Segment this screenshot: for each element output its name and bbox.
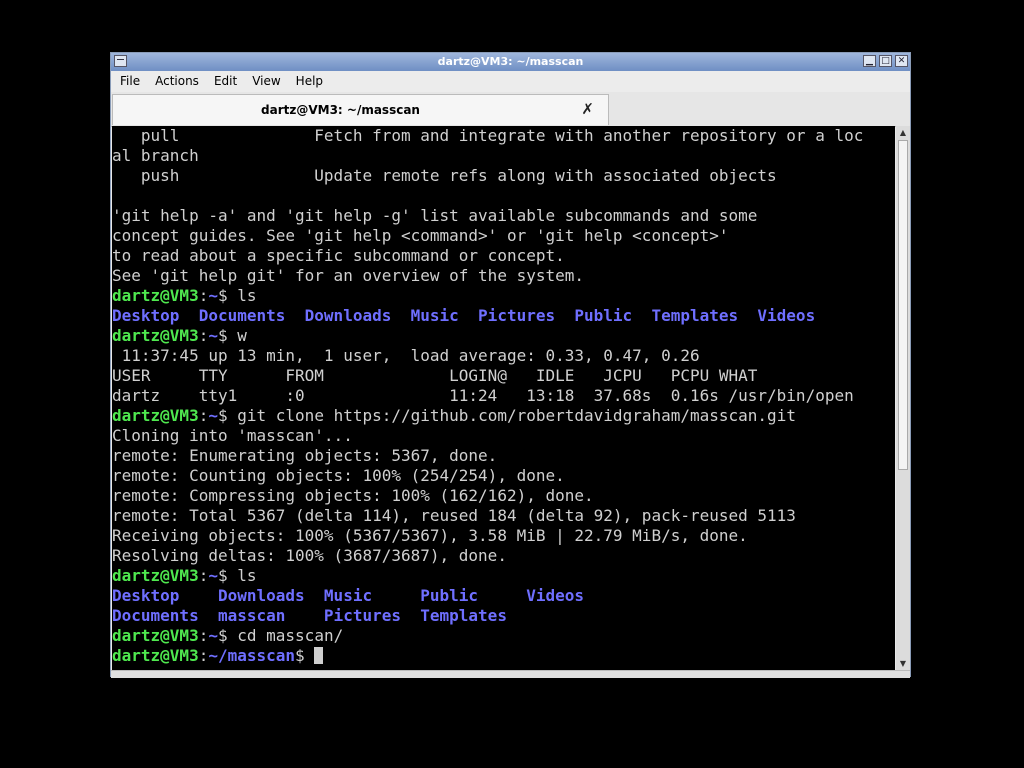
output-line: concept guides. See 'git help <command>'… xyxy=(112,226,729,245)
menu-edit[interactable]: Edit xyxy=(205,71,243,88)
directory-names: Desktop Downloads Music Public Videos xyxy=(112,586,585,605)
output-line: to read about a specific subcommand or c… xyxy=(112,246,565,265)
prompt-line: dartz@VM3:~$ ls xyxy=(112,286,257,305)
output-line: USER TTY FROM LOGIN@ IDLE JCPU PCPU WHAT xyxy=(112,366,758,385)
output-line: remote: Enumerating objects: 5367, done. xyxy=(112,446,498,465)
scrollbar-thumb[interactable] xyxy=(898,140,908,470)
prompt-cwd: ~ xyxy=(208,286,218,305)
command-text: ls xyxy=(237,566,257,585)
close-icon[interactable]: ✕ xyxy=(895,55,908,67)
tab-close-icon[interactable]: ✗ xyxy=(581,100,594,118)
output-line: Resolving deltas: 100% (3687/3687), done… xyxy=(112,546,507,565)
output-line: dartz tty1 :0 11:24 13:18 37.68s 0.16s /… xyxy=(112,386,854,405)
terminal-output[interactable]: pull Fetch from and integrate with anoth… xyxy=(112,126,895,670)
prompt-user: dartz@VM3 xyxy=(112,646,199,665)
command-text: w xyxy=(237,326,247,345)
prompt-user: dartz@VM3 xyxy=(112,626,199,645)
status-bar xyxy=(111,670,910,678)
output-line: See 'git help git' for an overview of th… xyxy=(112,266,585,285)
maximize-icon[interactable]: □ xyxy=(879,55,892,67)
window-title: dartz@VM3: ~/masscan xyxy=(437,55,584,68)
directory-listing: Desktop Downloads Music Public Videos xyxy=(112,586,895,606)
menu-view[interactable]: View xyxy=(243,71,286,88)
scroll-down-icon[interactable]: ▼ xyxy=(896,657,910,670)
prompt-cwd: ~/masscan xyxy=(208,646,296,665)
output-line: 11:37:45 up 13 min, 1 user, load average… xyxy=(112,346,700,365)
prompt-user: dartz@VM3 xyxy=(112,326,199,345)
prompt-cwd: ~ xyxy=(208,566,218,585)
directory-names: Documents masscan Pictures Templates xyxy=(112,606,507,625)
prompt-user: dartz@VM3 xyxy=(112,286,199,305)
output-line: Cloning into 'masscan'... xyxy=(112,426,353,445)
prompt-user: dartz@VM3 xyxy=(112,406,199,425)
output-line: 'git help -a' and 'git help -g' list ava… xyxy=(112,206,758,225)
output-line: remote: Compressing objects: 100% (162/1… xyxy=(112,486,594,505)
vertical-scrollbar[interactable]: ▲ ▼ xyxy=(896,126,910,670)
output-line: push Update remote refs along with assoc… xyxy=(112,166,777,185)
title-bar[interactable]: dartz@VM3: ~/masscan ▁ □ ✕ xyxy=(111,53,910,71)
prompt-line: dartz@VM3:~$ cd masscan/ xyxy=(112,626,344,645)
menu-file[interactable]: File xyxy=(111,71,146,88)
output-line: Receiving objects: 100% (5367/5367), 3.5… xyxy=(112,526,748,545)
tab-label: dartz@VM3: ~/masscan xyxy=(261,103,420,117)
tab-terminal[interactable]: dartz@VM3: ~/masscan ✗ xyxy=(112,94,609,125)
prompt-cwd: ~ xyxy=(208,326,218,345)
command-text: ls xyxy=(237,286,257,305)
command-text: cd masscan/ xyxy=(237,626,344,645)
prompt-line: dartz@VM3:~$ w xyxy=(112,326,247,345)
tab-bar: dartz@VM3: ~/masscan ✗ xyxy=(111,92,910,127)
minimize-icon[interactable]: ▁ xyxy=(863,55,876,67)
prompt-line: dartz@VM3:~/masscan$ xyxy=(112,646,895,666)
output-line: pull Fetch from and integrate with anoth… xyxy=(112,126,864,145)
output-line: al branch xyxy=(112,146,199,165)
menu-bar: File Actions Edit View Help xyxy=(111,71,910,92)
menu-help[interactable]: Help xyxy=(287,71,329,88)
output-line: remote: Total 5367 (delta 114), reused 1… xyxy=(112,506,796,525)
prompt-cwd: ~ xyxy=(208,626,218,645)
prompt-line: dartz@VM3:~$ ls xyxy=(112,566,257,585)
prompt-user: dartz@VM3 xyxy=(112,566,199,585)
prompt-line: dartz@VM3:~$ git clone https://github.co… xyxy=(112,406,796,425)
menu-actions[interactable]: Actions xyxy=(146,71,205,88)
command-text: git clone https://github.com/robertdavid… xyxy=(237,406,796,425)
directory-names: Desktop Documents Downloads Music Pictur… xyxy=(112,306,816,325)
scroll-up-icon[interactable]: ▲ xyxy=(896,126,910,139)
directory-listing: Desktop Documents Downloads Music Pictur… xyxy=(112,306,895,326)
terminal-window: dartz@VM3: ~/masscan ▁ □ ✕ File Actions Ed… xyxy=(110,52,911,678)
directory-listing: Documents masscan Pictures Templates xyxy=(112,606,895,626)
output-line: remote: Counting objects: 100% (254/254)… xyxy=(112,466,565,485)
prompt-cwd: ~ xyxy=(208,406,218,425)
text-cursor xyxy=(314,647,324,664)
